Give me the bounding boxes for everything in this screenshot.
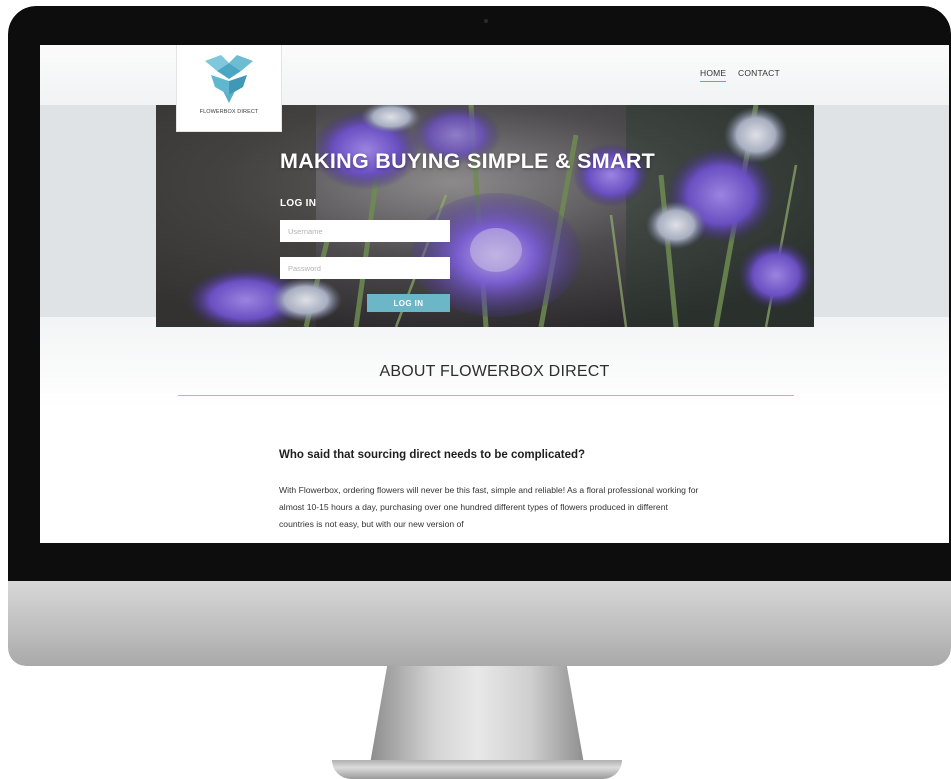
section-divider [178, 395, 794, 396]
flower-photo [156, 105, 814, 327]
about-heading: ABOUT FLOWERBOX DIRECT [379, 363, 610, 380]
nav-home-link[interactable]: HOME [700, 68, 727, 82]
monitor-stand-base [332, 760, 622, 779]
site-logo[interactable]: FLOWERBOX DIRECT [176, 45, 282, 132]
about-subheading: Who said that sourcing direct needs to b… [279, 449, 586, 461]
login-heading: LOG IN [280, 198, 317, 209]
login-button[interactable]: LOG IN [367, 294, 450, 312]
monitor-chin [8, 581, 951, 666]
hero-banner: MAKING BUYING SIMPLE & SMART LOG IN LOG … [156, 105, 814, 327]
about-paragraph: With Flowerbox, ordering flowers will ne… [279, 485, 699, 529]
flowerbox-logo-icon [205, 55, 253, 103]
website-screen: FLOWERBOX DIRECT HOME CONTACT MAKING BUY… [40, 45, 949, 543]
monitor-stand [370, 666, 584, 764]
camera-dot [484, 19, 488, 23]
logo-wordmark: FLOWERBOX DIRECT [199, 109, 259, 115]
username-input[interactable] [280, 220, 450, 242]
nav-contact-link[interactable]: CONTACT [738, 68, 780, 78]
hero-headline: MAKING BUYING SIMPLE & SMART [280, 149, 656, 173]
password-input[interactable] [280, 257, 450, 279]
